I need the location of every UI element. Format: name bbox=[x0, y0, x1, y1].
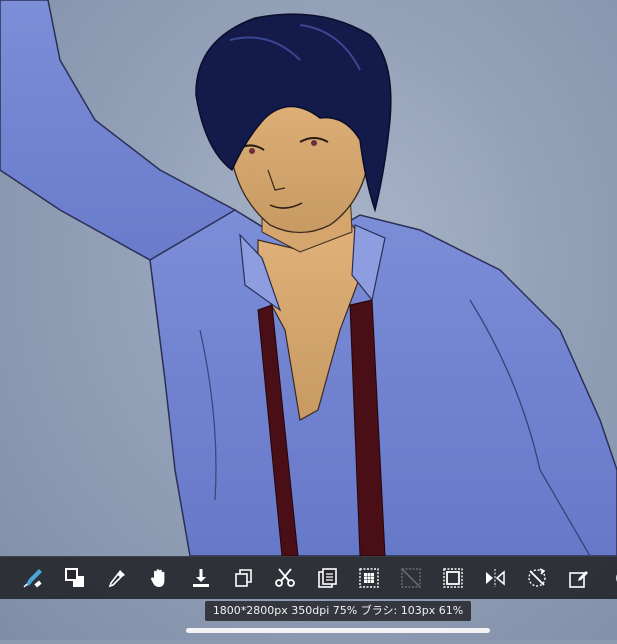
eyedropper-icon bbox=[108, 570, 125, 588]
flip-horizontal-button[interactable] bbox=[474, 557, 516, 599]
brush-eraser-button[interactable] bbox=[12, 557, 54, 599]
color-swap-button[interactable] bbox=[54, 557, 96, 599]
grid-select-icon bbox=[359, 568, 379, 588]
canvas-status-bar: 1800*2800px 350dpi 75% ブラシ: 103px 61% bbox=[205, 601, 471, 621]
eyedropper-button[interactable] bbox=[96, 557, 138, 599]
drawing-canvas[interactable] bbox=[0, 0, 617, 640]
edit-transform-icon bbox=[569, 571, 588, 588]
edit-transform-button[interactable] bbox=[558, 557, 600, 599]
flip-horizontal-icon bbox=[486, 569, 505, 587]
cut-button[interactable] bbox=[264, 557, 306, 599]
color-swap-icon bbox=[65, 568, 84, 587]
clear-selection-icon bbox=[401, 568, 421, 588]
more-button[interactable] bbox=[600, 557, 617, 599]
more-icon bbox=[616, 574, 617, 582]
brush-eraser-icon bbox=[23, 569, 42, 588]
import-download-icon bbox=[193, 569, 209, 587]
grid-select-button[interactable] bbox=[348, 557, 390, 599]
selection-marquee-icon bbox=[443, 568, 463, 588]
bottom-toolbar bbox=[0, 556, 617, 599]
import-download-button[interactable] bbox=[180, 557, 222, 599]
selection-marquee-button[interactable] bbox=[432, 557, 474, 599]
home-indicator[interactable] bbox=[186, 628, 490, 633]
artwork-illustration bbox=[0, 0, 617, 557]
paste-icon bbox=[318, 568, 337, 588]
rotate-button[interactable] bbox=[516, 557, 558, 599]
rotate-icon bbox=[528, 568, 546, 587]
hand-pan-button[interactable] bbox=[138, 557, 180, 599]
paste-button[interactable] bbox=[306, 557, 348, 599]
scissors-icon bbox=[275, 568, 295, 587]
duplicate-button[interactable] bbox=[222, 557, 264, 599]
duplicate-icon bbox=[235, 569, 252, 587]
clear-selection-button[interactable] bbox=[390, 557, 432, 599]
hand-pan-icon bbox=[150, 569, 165, 587]
